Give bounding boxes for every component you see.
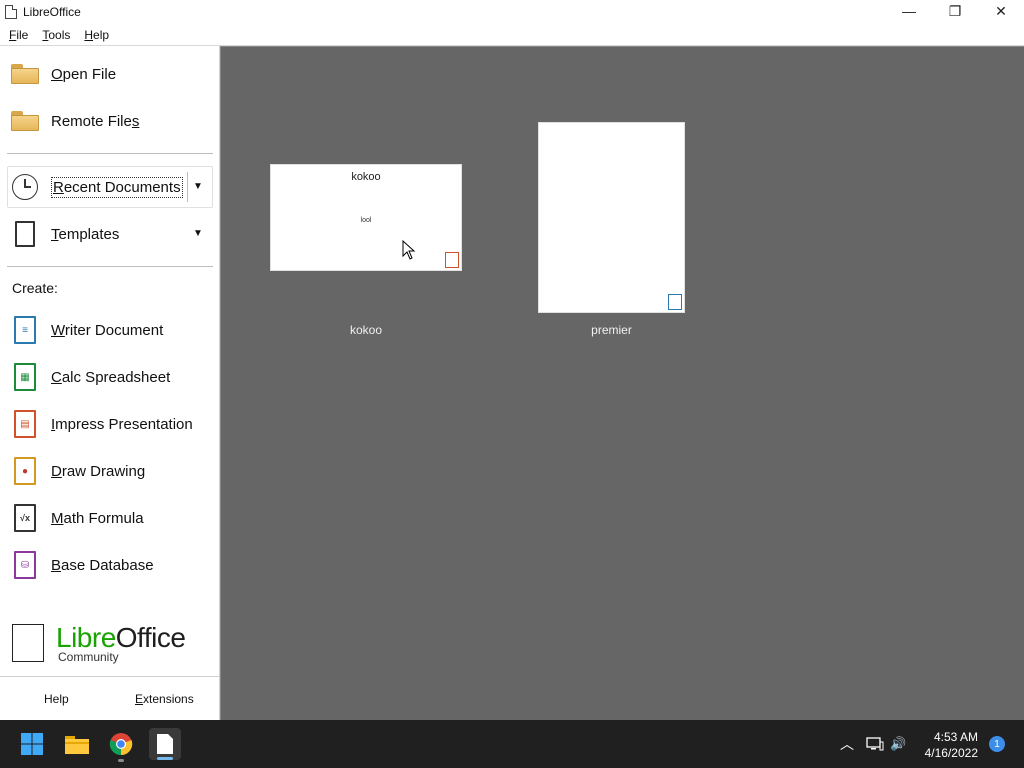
divider [7, 266, 213, 267]
remote-files-button[interactable]: Remote Files [10, 101, 139, 141]
close-button[interactable]: ✕ [978, 0, 1024, 22]
divider [0, 676, 220, 677]
menu-file[interactable]: File [4, 28, 33, 42]
recent-documents-dropdown-icon[interactable]: ▼ [193, 181, 203, 192]
open-file-button[interactable]: Open File [10, 54, 116, 94]
maximize-button[interactable]: ❐ [932, 0, 978, 22]
math-icon: √x [10, 503, 40, 533]
thumbnail-title-text: kokoo [351, 171, 381, 183]
taskbar: ︿ 🔊 4:53 AM 4/16/2022 1 [0, 720, 1024, 768]
templates-dropdown-icon[interactable]: ▼ [193, 228, 203, 239]
minimize-button[interactable]: — [886, 0, 932, 22]
clock-icon [10, 172, 40, 202]
impress-badge-icon [445, 252, 459, 268]
volume-icon[interactable]: 🔊 [890, 720, 906, 768]
help-button[interactable]: Help [44, 692, 69, 706]
file-explorer-icon[interactable] [61, 728, 93, 760]
libreoffice-app-icon [5, 5, 17, 19]
writer-icon: ≡ [10, 315, 40, 345]
create-math-formula-button[interactable]: √x Math Formula [10, 498, 144, 538]
extensions-button[interactable]: Extensions [135, 692, 194, 706]
create-writer-document-button[interactable]: ≡ Writer Document [10, 310, 163, 350]
show-hidden-icons-chevron-icon[interactable]: ︿ [840, 720, 854, 768]
windows-start-icon[interactable] [16, 728, 48, 760]
create-calc-spreadsheet-button[interactable]: ▦ Calc Spreadsheet [10, 357, 170, 397]
thumbnail-body-text: lool [360, 217, 372, 224]
menu-help[interactable]: Help [79, 28, 114, 42]
menu-tools[interactable]: Tools [37, 28, 75, 42]
recent-documents-button[interactable]: Recent Documents [10, 167, 183, 207]
network-icon[interactable] [866, 720, 884, 768]
draw-icon: ● [10, 456, 40, 486]
create-label: Create: [12, 280, 58, 296]
start-center-sidebar: Open File Remote Files Recent Documents … [0, 46, 220, 720]
split-divider [187, 172, 188, 202]
recent-documents-area: kokoo lool kokoo premier [220, 46, 1024, 720]
libreoffice-taskbar-icon[interactable] [149, 728, 181, 760]
chrome-icon[interactable] [105, 728, 137, 762]
menu-bar: File Tools Help [0, 24, 1024, 46]
clock-date: 4/16/2022 [924, 746, 978, 760]
folder-icon [10, 59, 40, 89]
templates-icon [10, 219, 40, 249]
clock-time: 4:53 AM [933, 730, 978, 744]
system-clock[interactable]: 4:53 AM 4/16/2022 [925, 729, 978, 761]
document-thumbnail-kokoo[interactable]: kokoo lool [270, 164, 462, 271]
divider [7, 153, 213, 154]
document-thumbnail-premier[interactable] [538, 122, 685, 313]
create-impress-presentation-button[interactable]: ▤ Impress Presentation [10, 404, 193, 444]
window-title: LibreOffice [23, 5, 81, 19]
document-name-kokoo[interactable]: kokoo [270, 323, 462, 337]
templates-button[interactable]: Templates [10, 214, 119, 254]
writer-badge-icon [668, 294, 682, 310]
base-icon: ⛁ [10, 550, 40, 580]
remote-folder-icon [10, 106, 40, 136]
calc-icon: ▦ [10, 362, 40, 392]
document-logo-icon [12, 624, 44, 662]
document-name-premier[interactable]: premier [538, 323, 685, 337]
notification-badge[interactable]: 1 [989, 736, 1005, 752]
libreoffice-logo: LibreOffice Community [12, 622, 212, 668]
impress-icon: ▤ [10, 409, 40, 439]
create-draw-drawing-button[interactable]: ● Draw Drawing [10, 451, 145, 491]
title-bar: LibreOffice — ❐ ✕ [0, 0, 1024, 24]
mouse-cursor-icon [402, 240, 416, 260]
create-base-database-button[interactable]: ⛁ Base Database [10, 545, 154, 585]
window-controls: — ❐ ✕ [886, 0, 1024, 24]
